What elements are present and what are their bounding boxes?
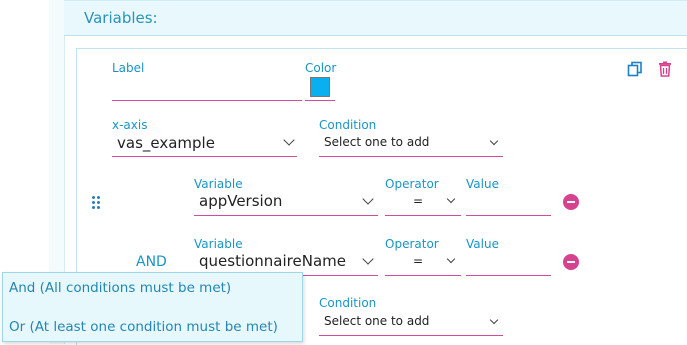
label-input[interactable] [112,80,302,100]
condition-placeholder: Select one to add [324,314,430,328]
value-caption: Value [466,237,499,251]
operator-value: = [413,254,424,268]
xaxis-underline [112,156,297,157]
chevron-down-icon [489,315,499,325]
remove-condition-button[interactable] [563,194,579,210]
variable-caption: Variable [194,177,243,191]
condition-underline [319,335,503,336]
operator-select[interactable]: = [385,191,461,213]
operator-caption: Operator [385,237,439,251]
condition-select[interactable]: Select one to add [319,311,503,333]
variable-underline [194,215,378,216]
copy-icon[interactable] [627,61,643,77]
operator-value: = [413,194,424,208]
joiner-dropdown: And (All conditions must be met) Or (At … [2,272,303,342]
value-underline [466,215,551,216]
chevron-down-icon [283,134,295,146]
condition-select[interactable]: Select one to add [319,132,503,154]
variable-select[interactable]: appVersion [194,191,378,213]
label-caption: Label [112,61,145,75]
condition-caption: Condition [319,296,377,310]
remove-condition-button[interactable] [563,254,579,270]
variable-value: questionnaireName [199,252,346,270]
color-underline [305,100,335,101]
operator-select[interactable]: = [385,251,461,273]
value-underline [466,275,551,276]
dropdown-option-and[interactable]: And (All conditions must be met) [9,280,231,296]
chevron-down-icon [362,193,374,205]
operator-caption: Operator [385,177,439,191]
operator-underline [385,275,461,276]
condition-underline [319,156,503,157]
trash-icon[interactable] [658,61,672,77]
xaxis-value: vas_example [117,134,215,152]
value-input[interactable] [466,192,551,214]
dropdown-option-or[interactable]: Or (At least one condition must be met) [9,319,278,335]
chevron-down-icon [446,194,456,204]
variable-select[interactable]: questionnaireName [194,251,378,273]
chevron-down-icon [446,254,456,264]
xaxis-select[interactable]: vas_example [112,133,297,155]
color-swatch[interactable] [310,77,330,97]
operator-underline [385,215,461,216]
xaxis-caption: x-axis [112,118,148,132]
chevron-down-icon [362,253,374,265]
variable-caption: Variable [194,237,243,251]
variable-value: appVersion [199,192,283,210]
joiner-label[interactable]: AND [136,254,167,270]
condition-caption: Condition [319,118,377,132]
color-caption: Color [305,61,337,75]
value-caption: Value [466,177,499,191]
condition-placeholder: Select one to add [324,135,430,149]
section-title: Variables: [84,9,158,27]
label-underline [112,100,302,101]
drag-handle-icon[interactable] [92,196,102,210]
value-input[interactable] [466,252,551,274]
chevron-down-icon [489,136,499,146]
